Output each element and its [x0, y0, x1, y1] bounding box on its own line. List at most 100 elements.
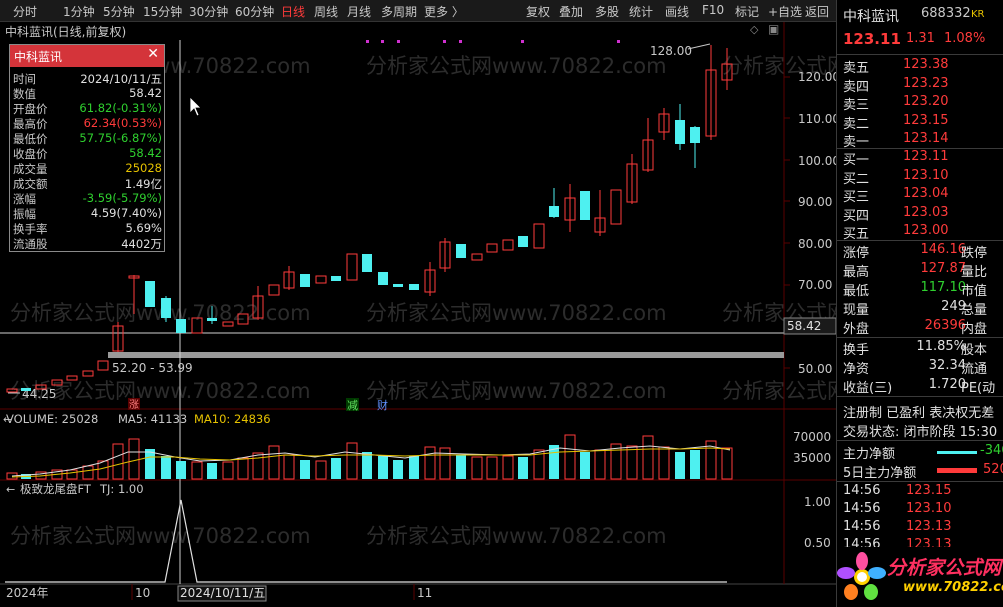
candle [486, 243, 498, 253]
tick-time: 14:56 [843, 501, 881, 516]
stat-label: 涨停 [843, 246, 870, 261]
info-value: 58.42 [129, 146, 162, 160]
info-value: 4.59(7.40%) [90, 206, 162, 220]
candle [237, 313, 249, 325]
info-row: 时间 2024/10/11/五 [10, 71, 164, 86]
stock-code: 688332 [921, 6, 971, 21]
bid-level[interactable]: 买五 123.00 [837, 222, 1003, 242]
info-key: 成交额 [13, 177, 48, 191]
stat-row: 外盘 26396 内盘 [837, 317, 1003, 337]
candle [222, 321, 234, 327]
finance-marker-label[interactable]: 财 [377, 398, 388, 412]
info-key: 数值 [13, 87, 36, 101]
info-key: 涨幅 [13, 192, 36, 206]
stat-label-2: 内盘 [961, 322, 988, 337]
level-label: 卖五 [843, 61, 870, 76]
main-flow-value: -346 [980, 443, 1003, 458]
last-price: 123.11 [843, 30, 901, 48]
volume-tick: 35000 [793, 451, 831, 465]
info-key: 成交量 [13, 162, 48, 176]
stat-label-2: 市值 [961, 284, 988, 299]
level-label: 买三 [843, 190, 870, 206]
tick-time: 14:56 [843, 519, 881, 534]
bid-level[interactable]: 买四 123.03 [837, 204, 1003, 224]
tick-price: 123.13 [906, 519, 952, 534]
info-value: 62.34(0.53%) [83, 116, 162, 130]
indicator-line [5, 499, 727, 583]
main-flow-label: 主力净额 [843, 447, 896, 462]
stat-label: 收益(三) [843, 381, 893, 396]
ask-level[interactable]: 卖四 123.23 [837, 75, 1003, 95]
candle [161, 298, 171, 318]
tick-price: 123.10 [906, 501, 952, 516]
level-price: 123.15 [903, 112, 949, 128]
candle [51, 379, 63, 386]
main-flow5-label: 5日主力净额 [843, 466, 917, 481]
stat-label: 最高 [843, 265, 870, 280]
info-key: 时间 [13, 72, 36, 86]
info-key: 换手率 [13, 222, 48, 236]
main-flow-bar [937, 451, 977, 454]
bid-level[interactable]: 买一 123.11 [837, 148, 1003, 168]
info-value: 5.69% [125, 221, 162, 235]
price-change-pct: 1.08% [944, 31, 986, 46]
date-tick: 11 [417, 586, 432, 600]
quote-panel: 中科蓝讯 688332 KR 123.11 1.31 1.08% 卖五 123.3… [836, 0, 1003, 607]
price-tick: 100.00 [798, 154, 836, 168]
candle [176, 319, 186, 333]
ask-level[interactable]: 卖二 123.15 [837, 112, 1003, 132]
tick-price: 123.15 [906, 483, 952, 498]
volume-ma10: MA10: 24836 [194, 412, 271, 426]
info-value: 58.42 [129, 86, 162, 100]
info-row: 开盘价 61.82(-0.31%) [10, 101, 164, 116]
candle [675, 120, 685, 144]
info-value: 2024/10/11/五 [80, 72, 162, 86]
collapse-arrow-icon[interactable]: ← [6, 483, 15, 496]
ask-level[interactable]: 卖三 123.20 [837, 93, 1003, 113]
candle [502, 239, 514, 251]
close-icon[interactable]: ✕ [147, 46, 159, 62]
volume-label: VOLUME: 25028 [6, 412, 98, 426]
info-value: -3.59(-5.79%) [82, 191, 162, 205]
stat-row: 现量 249 总量 [837, 298, 1003, 318]
info-row: 振幅 4.59(7.40%) [10, 206, 164, 221]
candle [207, 318, 217, 321]
stat-label: 净资 [843, 362, 870, 377]
stat-label-2: 股本 [961, 343, 988, 358]
stat-row: 收益(三) 1.720 PE(动 [837, 376, 1003, 396]
level-label: 卖四 [843, 79, 870, 95]
stat-value: 26396 [924, 318, 966, 333]
info-key: 开盘价 [13, 102, 48, 116]
reduce-marker-label: 减 [347, 399, 358, 412]
level-price: 123.38 [903, 57, 949, 72]
level-price: 123.10 [903, 167, 949, 183]
candle [6, 388, 18, 393]
bid-level[interactable]: 买二 123.10 [837, 167, 1003, 187]
candle [580, 191, 590, 220]
info-key: 振幅 [13, 207, 36, 221]
stat-value: 146.16 [920, 242, 967, 257]
bid-level[interactable]: 买三 123.04 [837, 185, 1003, 206]
mouse-cursor-icon [189, 96, 202, 117]
indicator-tick: 0.50 [804, 536, 831, 550]
candle [82, 370, 94, 377]
level-label: 买四 [843, 208, 870, 224]
stat-label: 换手 [843, 343, 870, 358]
site-logo: 分析家公式网 www.70822.com [837, 547, 1003, 607]
volume-tick: 70000 [793, 430, 831, 444]
candle [378, 272, 388, 285]
price-tick: 50.00 [798, 362, 832, 376]
logo-text: 分析家公式网 [887, 557, 1002, 579]
price-change: 1.31 [906, 31, 935, 46]
signal-dots [366, 40, 620, 43]
stat-label-2: 流通 [961, 362, 988, 377]
candle [145, 281, 155, 307]
stat-label: 现量 [843, 303, 870, 318]
crosshair-date-label: 2024/10/11/五 [180, 586, 265, 600]
collapse-arrow-icon[interactable]: ← [3, 413, 12, 426]
info-value: 57.75(-6.87%) [79, 131, 162, 145]
info-row: 换手率 5.69% [10, 221, 164, 236]
ask-level[interactable]: 卖五 123.38 [837, 56, 1003, 76]
price-tick: 70.00 [798, 278, 832, 292]
ask-level[interactable]: 卖一 123.14 [837, 130, 1003, 150]
